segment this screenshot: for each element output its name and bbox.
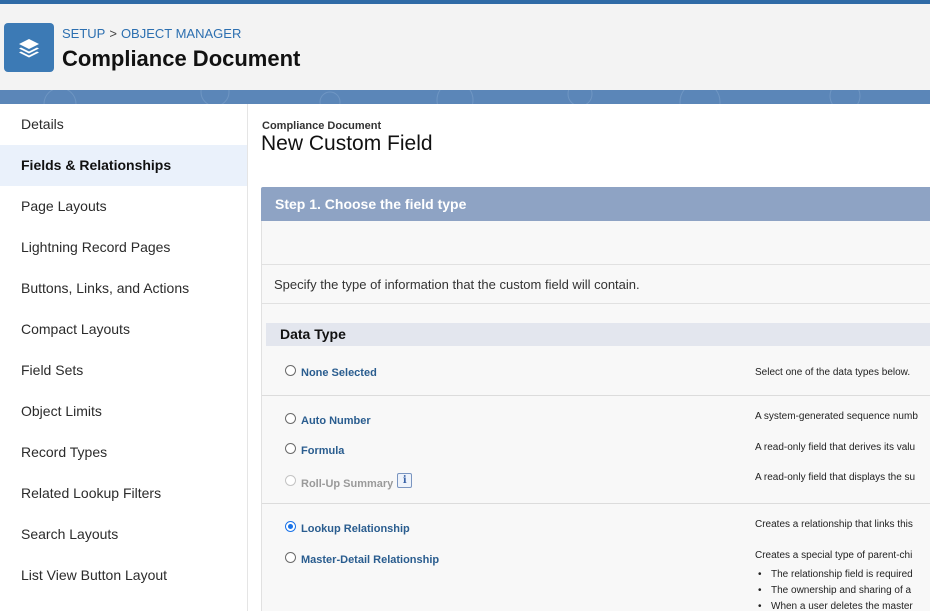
breadcrumb: SETUP > OBJECT MANAGER xyxy=(62,26,241,41)
data-type-header: Data Type xyxy=(266,323,930,346)
option-description: Creates a relationship that links this xyxy=(755,519,913,530)
sidebar-item-object-limits[interactable]: Object Limits xyxy=(0,391,247,432)
radio-lookup-relationship[interactable] xyxy=(285,520,296,532)
radio-formula[interactable] xyxy=(285,442,296,454)
radio-none-selected[interactable] xyxy=(285,364,296,376)
page-pre-title: Compliance Document xyxy=(262,120,382,132)
sidebar-item-related-lookup-filters[interactable]: Related Lookup Filters xyxy=(0,473,247,514)
object-manager-sidebar: Details Fields & Relationships Page Layo… xyxy=(0,104,248,611)
info-icon[interactable]: i xyxy=(397,473,413,488)
page-title: New Custom Field xyxy=(261,132,433,155)
option-formula[interactable]: Formula xyxy=(285,442,344,457)
sidebar-item-buttons-links-actions[interactable]: Buttons, Links, and Actions xyxy=(0,268,247,309)
decorative-header-band xyxy=(0,90,930,104)
list-item: • When a user deletes the master xyxy=(758,601,913,611)
sidebar-item-search-layouts[interactable]: Search Layouts xyxy=(0,514,247,555)
radio-auto-number[interactable] xyxy=(285,412,296,424)
object-header: SETUP > OBJECT MANAGER Compliance Document xyxy=(0,4,930,91)
option-none-selected[interactable]: None Selected xyxy=(285,364,377,379)
divider xyxy=(262,395,930,396)
sidebar-item-lightning-record-pages[interactable]: Lightning Record Pages xyxy=(0,227,247,268)
list-item: • The ownership and sharing of a xyxy=(758,585,912,596)
option-label: Roll-Up Summary xyxy=(301,477,394,490)
option-master-detail-relationship[interactable]: Master-Detail Relationship xyxy=(285,551,439,566)
breadcrumb-separator: > xyxy=(109,26,117,41)
sidebar-item-field-sets[interactable]: Field Sets xyxy=(0,350,247,391)
radio-master-detail-relationship[interactable] xyxy=(285,551,296,563)
sidebar-item-compact-layouts[interactable]: Compact Layouts xyxy=(0,309,247,350)
option-label[interactable]: Auto Number xyxy=(301,415,371,427)
option-label[interactable]: Master-Detail Relationship xyxy=(301,554,439,566)
object-title: Compliance Document xyxy=(62,46,301,71)
option-label[interactable]: None Selected xyxy=(301,367,377,379)
radio-roll-up-summary xyxy=(285,475,296,486)
list-item: • The relationship field is required xyxy=(758,569,913,580)
sidebar-item-fields-relationships[interactable]: Fields & Relationships xyxy=(0,145,247,186)
option-lookup-relationship[interactable]: Lookup Relationship xyxy=(285,520,410,535)
divider xyxy=(262,303,930,304)
option-description: A system-generated sequence numb xyxy=(755,411,918,422)
sidebar-item-page-layouts[interactable]: Page Layouts xyxy=(0,186,247,227)
step-header: Step 1. Choose the field type xyxy=(261,187,930,221)
breadcrumb-object-manager-link[interactable]: OBJECT MANAGER xyxy=(121,26,241,41)
instruction-text: Specify the type of information that the… xyxy=(274,277,640,292)
divider xyxy=(262,503,930,504)
option-description: A read-only field that derives its valu xyxy=(755,442,916,453)
sidebar-item-list-view-button-layout[interactable]: List View Button Layout xyxy=(0,555,247,596)
master-detail-bullets: • The relationship field is required • The… xyxy=(758,567,913,611)
sidebar-item-details[interactable]: Details xyxy=(0,104,247,145)
breadcrumb-setup-link[interactable]: SETUP xyxy=(62,26,105,41)
option-roll-up-summary: Roll-Up Summary i xyxy=(285,473,413,491)
option-label[interactable]: Formula xyxy=(301,445,344,457)
bullet-text: When a user deletes the master xyxy=(771,601,913,611)
field-type-panel: Specify the type of information that the… xyxy=(261,221,930,611)
main-content: Compliance Document New Custom Field Ste… xyxy=(248,104,930,611)
option-description: Creates a special type of parent-chi xyxy=(755,550,913,561)
bullet-text: The relationship field is required xyxy=(771,569,913,580)
sidebar-item-record-types[interactable]: Record Types xyxy=(0,432,247,473)
layers-icon xyxy=(4,23,54,72)
option-label[interactable]: Lookup Relationship xyxy=(301,523,410,535)
option-description: A read-only field that displays the su xyxy=(755,472,916,483)
bullet-text: The ownership and sharing of a xyxy=(771,585,912,596)
button-row xyxy=(262,221,930,265)
option-auto-number[interactable]: Auto Number xyxy=(285,412,371,427)
option-description: Select one of the data types below. xyxy=(755,367,911,378)
